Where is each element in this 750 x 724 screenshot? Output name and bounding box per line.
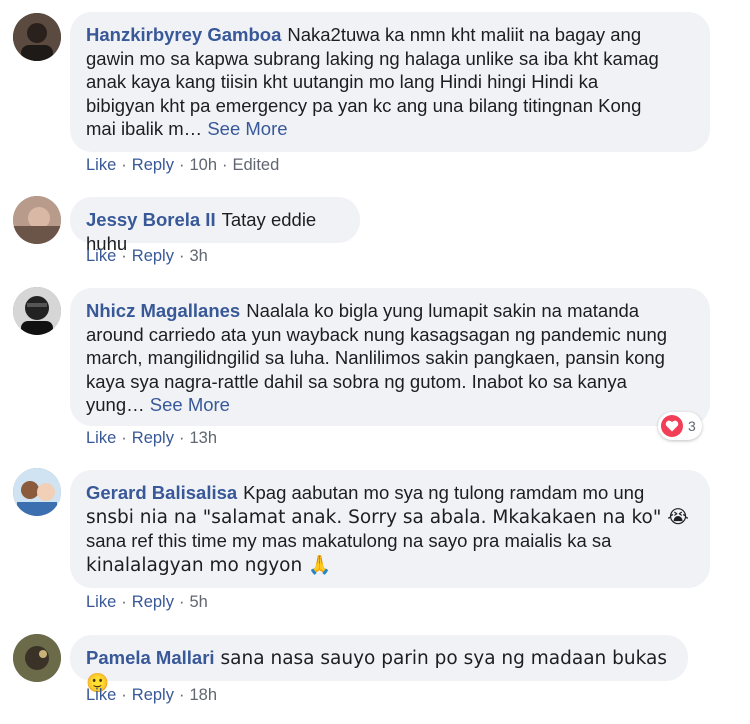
separator: · (121, 247, 127, 265)
separator: · (121, 429, 127, 447)
avatar[interactable] (13, 196, 61, 244)
reaction-count: 3 (688, 418, 696, 434)
like-link[interactable]: Like (86, 593, 116, 611)
separator: · (178, 156, 185, 174)
comment-text-line: anak kaya kang tiisin kht uutangin mo la… (86, 71, 599, 92)
comment-author[interactable]: Pamela Mallari (86, 647, 215, 668)
comment-text-line: gawin mo sa kapwa subrang laking ng hala… (86, 47, 659, 69)
separator: · (178, 686, 185, 704)
comment-bubble: Jessy Borela II Tatay eddie huhu (70, 197, 360, 254)
reply-link[interactable]: Reply (132, 156, 174, 174)
heart-icon (661, 415, 683, 437)
comment-text-line: Kpag aabutan mo sya ng tulong ramdam mo … (243, 482, 645, 503)
like-link[interactable]: Like (86, 247, 116, 265)
comment-text-line: sana ref this time my mas makatulong na … (86, 530, 612, 551)
comment-actions: Like · Reply · 13h (86, 429, 217, 448)
comment-bubble: Nhicz Magallanes Naalala ko bigla yung lu… (70, 288, 710, 426)
avatar[interactable] (13, 634, 61, 682)
edited-label[interactable]: Edited (233, 156, 280, 174)
like-link[interactable]: Like (86, 686, 116, 704)
reply-link[interactable]: Reply (132, 247, 174, 265)
comment-actions: Like · Reply · 10h · Edited (86, 156, 279, 175)
comment-text-line: bibigyan kht pa emergency pa yan kc ang … (86, 94, 642, 116)
avatar[interactable] (13, 468, 61, 516)
reply-link[interactable]: Reply (132, 593, 174, 611)
separator: · (222, 156, 228, 174)
comment-author[interactable]: Nhicz Magallanes (86, 300, 240, 321)
see-more-link[interactable]: See More (150, 394, 230, 415)
timestamp[interactable]: 10h (189, 156, 217, 174)
comment-bubble: Hanzkirbyrey Gamboa Naka2tuwa ka nmn kht … (70, 12, 710, 152)
comment-text-line: yung… (86, 394, 145, 415)
like-link[interactable]: Like (86, 429, 116, 447)
separator: · (121, 593, 127, 611)
reply-link[interactable]: Reply (132, 429, 174, 447)
comment-actions: Like · Reply · 5h (86, 593, 208, 612)
timestamp[interactable]: 3h (189, 247, 207, 265)
comment-text-line: mai ibalik m… (86, 118, 203, 139)
comment-text-line: Naalala ko bigla yung lumapit sakin na m… (246, 300, 640, 321)
like-link[interactable]: Like (86, 156, 116, 174)
comment-text-line: around carriedo ata yun wayback nung kas… (86, 323, 668, 345)
comment-text-line: kaya sya nagra-rattle dahil sa sobra ng … (86, 370, 627, 392)
comment-text-line: Naka2tuwa ka nmn kht maliit na bagay ang (287, 24, 642, 45)
comment-actions: Like · Reply · 3h (86, 247, 208, 266)
separator: · (178, 593, 185, 611)
comment-bubble: Pamela Mallari sana nasa sauyo parin po s… (70, 635, 688, 694)
comment-author[interactable]: Hanzkirbyrey Gamboa (86, 24, 281, 45)
timestamp[interactable]: 18h (189, 686, 217, 704)
avatar[interactable] (13, 13, 61, 61)
comment-author[interactable]: Gerard Balisalisa (86, 482, 237, 503)
separator: · (121, 686, 127, 704)
timestamp[interactable]: 13h (189, 429, 217, 447)
reply-link[interactable]: Reply (132, 686, 174, 704)
comment-bubble: Gerard Balisalisa Kpag aabutan mo sya ng … (70, 470, 710, 588)
comment-text-line: snsbi nia na "salamat anak. Sorry sa aba… (86, 506, 689, 528)
comment-author[interactable]: Jessy Borela II (86, 209, 216, 230)
timestamp[interactable]: 5h (189, 593, 207, 611)
separator: · (121, 156, 127, 174)
see-more-link[interactable]: See More (207, 118, 287, 139)
separator: · (178, 247, 185, 265)
comment-text-line: march, mangilidngilid sa luha. Nanlilimo… (86, 347, 665, 368)
comment-actions: Like · Reply · 18h (86, 686, 217, 705)
comment-text-line: kinalalagyan mo ngyon 🙏 (86, 554, 332, 576)
avatar[interactable] (13, 287, 61, 335)
reaction-badge[interactable]: 3 (658, 412, 702, 440)
separator: · (178, 429, 185, 447)
